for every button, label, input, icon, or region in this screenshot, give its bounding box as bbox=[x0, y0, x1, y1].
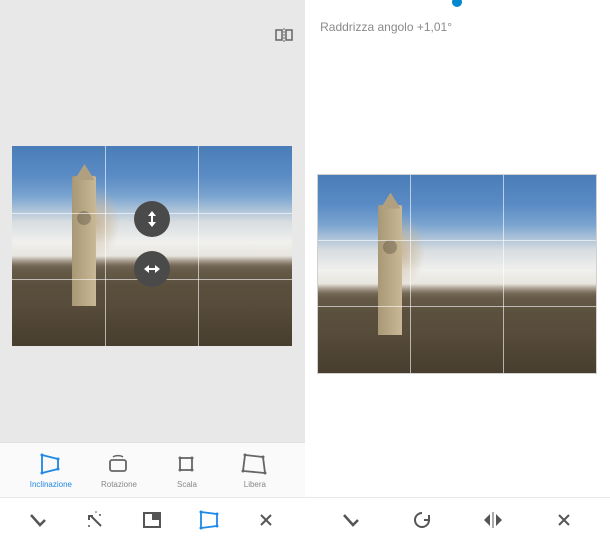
transform-tilt-label: Inclinazione bbox=[29, 480, 71, 489]
skew-tool-icon[interactable] bbox=[196, 506, 224, 534]
top-flip-area bbox=[0, 0, 305, 50]
transform-free-label: Libera bbox=[243, 480, 265, 489]
cancel-icon[interactable] bbox=[550, 506, 578, 534]
magic-icon[interactable] bbox=[82, 506, 110, 534]
cancel-icon[interactable] bbox=[253, 506, 281, 534]
image-content bbox=[379, 205, 403, 335]
transform-tilt-button[interactable]: Inclinazione bbox=[26, 452, 76, 489]
scale-icon bbox=[173, 452, 201, 476]
grid-overlay bbox=[319, 175, 597, 373]
photo-preview-right[interactable] bbox=[318, 174, 598, 374]
photo-preview-left[interactable] bbox=[13, 146, 293, 346]
transform-scale-button[interactable]: Scala bbox=[162, 452, 212, 489]
rotation-icon bbox=[105, 452, 133, 476]
transform-sub-toolbar: Libera Scala Rotazione Inclinazione bbox=[0, 442, 305, 497]
transform-rotation-button[interactable]: Rotazione bbox=[94, 452, 144, 489]
horizontal-drag-handle[interactable] bbox=[135, 251, 171, 287]
canvas-area-right[interactable] bbox=[305, 50, 610, 497]
top-status-area: Raddrizza angolo +1,01° bbox=[305, 0, 610, 50]
aspect-icon[interactable] bbox=[139, 506, 167, 534]
free-transform-icon bbox=[241, 452, 269, 476]
tilt-icon bbox=[37, 452, 65, 476]
transform-scale-label: Scala bbox=[177, 480, 197, 489]
bottom-bar-left bbox=[0, 497, 305, 542]
straighten-slider[interactable] bbox=[305, 0, 610, 4]
canvas-area-left[interactable] bbox=[0, 50, 305, 442]
bottom-bar-right bbox=[305, 497, 610, 542]
vertical-drag-handle[interactable] bbox=[135, 201, 171, 237]
left-editor-panel: Libera Scala Rotazione Inclinazione bbox=[0, 0, 305, 542]
transform-rotation-label: Rotazione bbox=[100, 480, 136, 489]
image-content bbox=[73, 176, 97, 306]
slider-thumb[interactable] bbox=[453, 0, 463, 7]
grid-overlay bbox=[13, 146, 293, 346]
flip-icon[interactable] bbox=[275, 28, 293, 42]
confirm-icon[interactable] bbox=[337, 506, 365, 534]
mirror-icon[interactable] bbox=[479, 506, 507, 534]
transform-free-button[interactable]: Libera bbox=[230, 452, 280, 489]
rotate-ccw-icon[interactable] bbox=[408, 506, 436, 534]
straighten-status-text: Raddrizza angolo +1,01° bbox=[320, 20, 452, 34]
confirm-icon[interactable] bbox=[25, 506, 53, 534]
right-editor-panel: Raddrizza angolo +1,01° bbox=[305, 0, 610, 542]
